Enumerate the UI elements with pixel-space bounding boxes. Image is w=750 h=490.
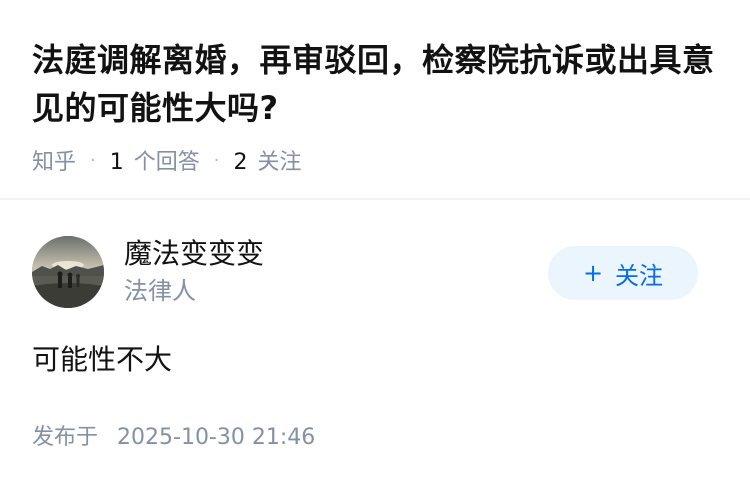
- question-page: 法庭调解离婚，再审驳回，检察院抗诉或出具意见的可能性大吗? 知乎 · 1 个回答 …: [0, 0, 750, 490]
- follower-count-number: 2: [233, 150, 248, 175]
- question-header: 法庭调解离婚，再审驳回，检察院抗诉或出具意见的可能性大吗? 知乎 · 1 个回答 …: [0, 0, 750, 200]
- question-title[interactable]: 法庭调解离婚，再审驳回，检察院抗诉或出具意见的可能性大吗?: [32, 36, 722, 132]
- publish-info: 发布于 2025-10-30 21:46: [32, 424, 315, 452]
- answer-count[interactable]: 1 个回答: [110, 144, 200, 176]
- follow-button[interactable]: + 关注: [548, 246, 698, 300]
- follower-count[interactable]: 2 关注: [234, 144, 302, 176]
- question-meta: 知乎 · 1 个回答 · 2 关注: [32, 144, 302, 176]
- avatar[interactable]: [32, 236, 104, 308]
- plus-icon: +: [582, 259, 604, 287]
- answer-count-label: 个回答: [133, 150, 200, 175]
- answer-card: 魔法变变变 法律人 + 关注 可能性不大 发布于 2025-10-30 21:4…: [0, 200, 750, 490]
- follower-count-label: 关注: [257, 150, 302, 175]
- answer-content[interactable]: 可能性不大: [32, 340, 172, 380]
- meta-separator: ·: [213, 149, 220, 171]
- publish-time: 2025-10-30 21:46: [117, 425, 316, 450]
- follow-label: 关注: [615, 261, 664, 290]
- meta-separator: ·: [90, 149, 96, 171]
- answer-count-number: 1: [109, 150, 124, 175]
- publish-label: 发布于: [32, 425, 99, 450]
- author-name[interactable]: 魔法变变变: [124, 236, 264, 272]
- source-label[interactable]: 知乎: [32, 144, 76, 176]
- avatar-photo-icon: [32, 236, 104, 308]
- author-badge: 法律人: [124, 277, 196, 305]
